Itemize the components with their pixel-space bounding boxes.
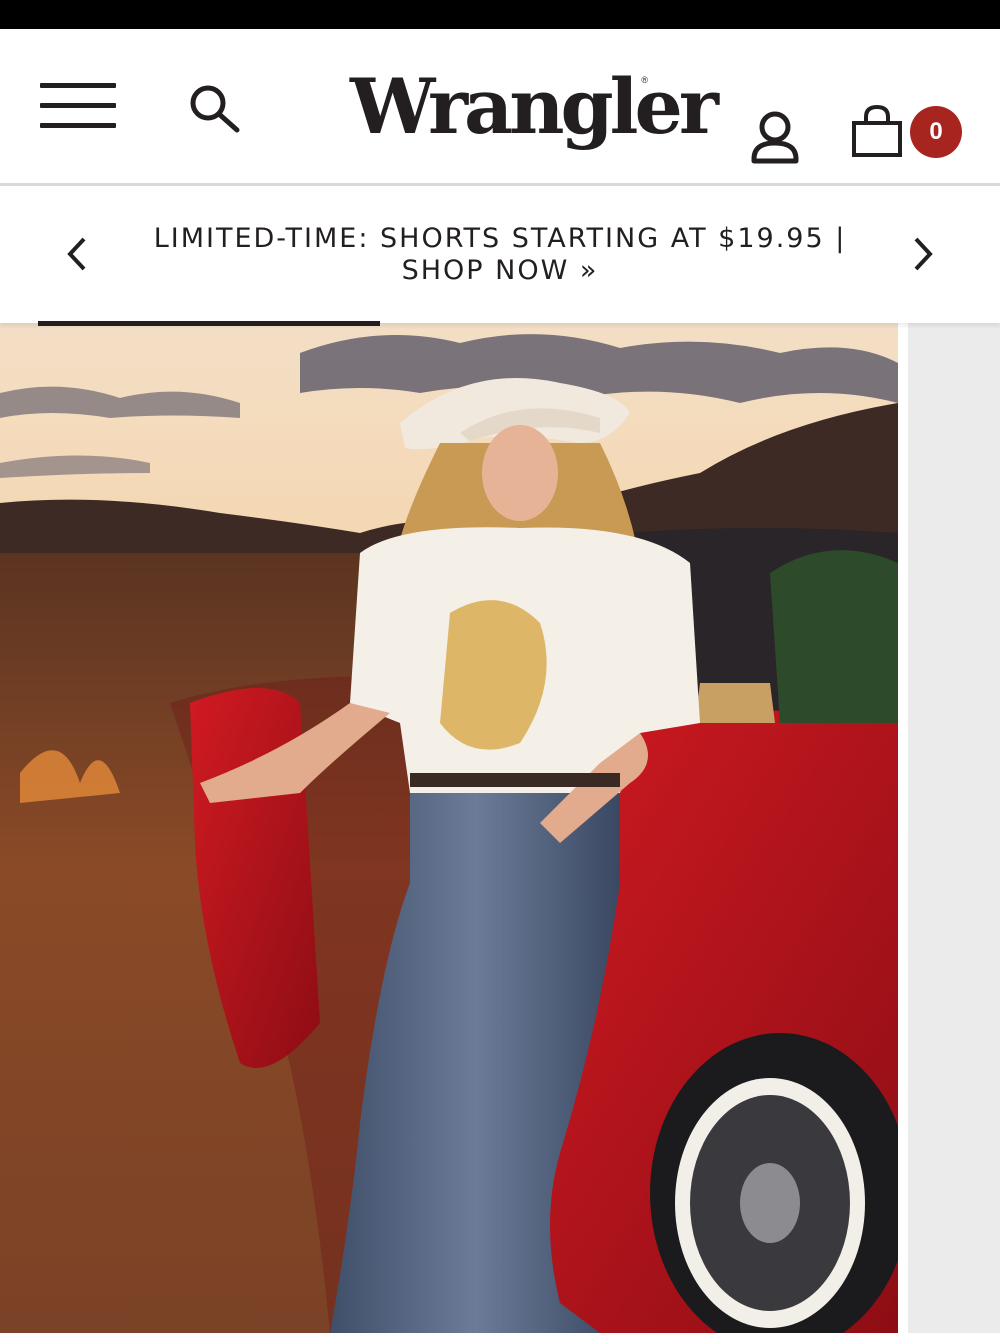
user-account-icon[interactable] [748,109,802,167]
brand-name: Wrangler [350,62,719,151]
chevron-left-icon[interactable] [58,231,98,277]
search-icon[interactable] [186,81,242,137]
status-bar [0,0,1000,29]
promo-banner: LIMITED-TIME: SHORTS STARTING AT $19.95 … [0,189,1000,323]
brand-logo[interactable]: Wrangler ® [350,65,719,165]
registered-mark: ® [641,75,648,85]
next-slide-preview[interactable] [908,323,1000,1333]
hero-image[interactable] [0,323,898,1333]
hamburger-menu-icon[interactable] [40,83,116,131]
promo-link[interactable]: LIMITED-TIME: SHORTS STARTING AT $19.95 … [130,223,870,287]
cart-count-badge[interactable]: 0 [910,106,962,158]
site-header: Wrangler ® 0 [0,29,1000,186]
shopping-bag-icon[interactable] [850,103,904,161]
carousel-indicator [38,321,380,326]
chevron-right-icon[interactable] [902,231,942,277]
